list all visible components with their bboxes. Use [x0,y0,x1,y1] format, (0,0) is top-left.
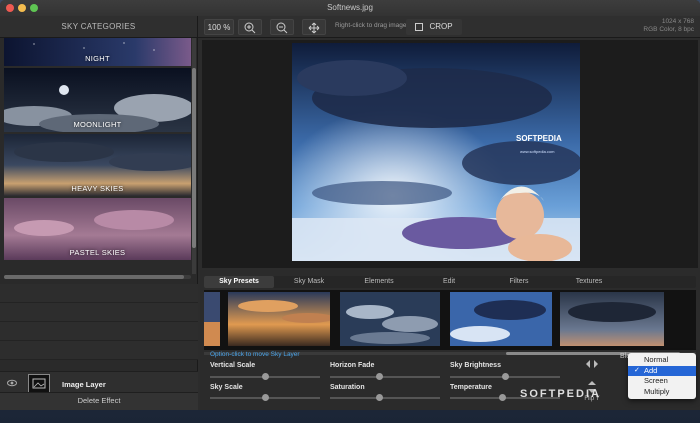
blend-option-screen[interactable]: Screen [628,376,696,387]
category-night[interactable]: NIGHT [4,38,191,66]
sky-brightness-slider[interactable] [450,373,560,380]
blend-option-multiply[interactable]: Multiply [628,387,696,398]
empty-layer-row [0,284,198,303]
app-window: Softnews.jpg SKY CATEGORIES NIGHT MOONLI… [0,0,700,410]
tab-filters[interactable]: Filters [484,276,554,288]
blend-option-add[interactable]: ✓ Add [628,365,696,376]
sky-preset-strip [204,290,696,350]
empty-layer-row [0,322,198,341]
move-sky-hint: Option-click to move Sky Layer [210,351,300,358]
edited-photo: SOFTPEDIA www.softpedia.com [292,43,580,261]
photo-composite: SOFTPEDIA www.softpedia.com [292,43,580,261]
delete-effect-button[interactable]: Delete Effect [0,392,198,410]
crop-button[interactable]: CROP [406,19,462,35]
sky-preset-thumbnail[interactable] [204,292,220,346]
empty-layer-row [0,303,198,322]
option-label: Normal [644,355,669,364]
saturation-slider[interactable] [330,394,440,401]
checkmark-icon: ✓ [634,366,640,374]
image-info: 1024 x 768 RGB Color, 8 bpc [643,18,694,34]
image-canvas[interactable]: SOFTPEDIA www.softpedia.com [202,40,698,268]
top-toolbar: 100 % Right-click to drag image CROP 102… [198,16,700,38]
slider-thumb[interactable] [376,373,383,380]
category-label: PASTEL SKIES [69,248,126,257]
layer-name: Image Layer [62,380,106,389]
sky-categories-panel: SKY CATEGORIES NIGHT MOONLIGHT HEAVY SKI… [0,16,198,410]
tab-sky-mask[interactable]: Sky Mask [274,276,344,288]
sky-scale-slider[interactable] [210,394,320,401]
layer-list [0,284,198,382]
minimize-window-button[interactable] [18,4,26,12]
photo-brand: SOFTPEDIA [516,134,562,143]
horizon-fade-label: Horizon Fade [330,362,375,369]
zoom-level[interactable]: 100 % [204,19,234,35]
scrollbar-knob[interactable] [192,68,196,248]
watermark: SOFTPEDIA [520,388,601,400]
crop-label: CROP [429,22,453,31]
flip-x-button[interactable] [582,358,602,372]
drag-hint: Right-click to drag image [335,22,407,29]
category-scrollbar[interactable] [192,38,196,274]
vertical-scale-label: Vertical Scale [210,362,256,369]
temperature-label: Temperature [450,384,492,391]
category-pastel-skies[interactable]: PASTEL SKIES [4,198,191,260]
empty-layer-row [0,341,198,360]
sky-preset-thumbnail[interactable] [450,292,552,346]
option-label: Add [644,365,658,375]
crop-icon [415,22,424,31]
tab-bar: Sky Presets Sky Mask Elements Edit Filte… [204,276,696,288]
vertical-scale-slider[interactable] [210,373,320,380]
slider-thumb[interactable] [261,373,269,380]
blend-option-normal[interactable]: Normal [628,355,696,366]
zoom-window-button[interactable] [30,4,38,12]
slider-thumb[interactable] [261,394,269,401]
zoom-in-button[interactable] [238,19,262,35]
bottom-panel: Sky Presets Sky Mask Elements Edit Filte… [200,270,700,410]
category-list: NIGHT MOONLIGHT HEAVY SKIES PASTEL SKIES [4,38,191,274]
sky-brightness-label: Sky Brightness [450,362,501,369]
sky-preset-thumbnail[interactable] [560,292,664,346]
image-size: 1024 x 768 [661,18,694,25]
category-heavy-skies[interactable]: HEAVY SKIES [4,134,191,196]
tab-textures[interactable]: Textures [554,276,624,288]
tab-sky-presets[interactable]: Sky Presets [204,276,274,288]
slider-thumb[interactable] [376,394,383,401]
category-label: MOONLIGHT [73,120,122,129]
saturation-label: Saturation [330,384,365,391]
layer-thumbnail-icon [28,374,50,393]
close-window-button[interactable] [6,4,14,12]
eye-icon[interactable] [7,379,17,387]
title-bar: Softnews.jpg [0,0,700,16]
tab-edit[interactable]: Edit [414,276,484,288]
category-label: HEAVY SKIES [71,184,124,193]
flip-horizontal-icon [586,360,598,368]
category-horizontal-scrollbar[interactable] [4,275,191,279]
zoom-in-icon [244,22,256,34]
category-moonlight[interactable]: MOONLIGHT [4,68,191,132]
zoom-out-icon [276,22,288,34]
move-arrows-icon [308,22,320,34]
option-label: Multiply [644,386,670,396]
image-color-mode: RGB Color, 8 bpc [643,26,694,33]
category-label: NIGHT [85,54,110,63]
sky-preset-thumbnail[interactable] [340,292,440,346]
slider-thumb[interactable] [499,394,507,401]
sky-categories-heading: SKY CATEGORIES [0,16,197,38]
blend-mode-dropdown[interactable]: Normal ✓ Add Screen Multiply [628,353,696,399]
sky-scale-label: Sky Scale [210,384,243,391]
window-title: Softnews.jpg [327,3,373,12]
zoom-out-button[interactable] [270,19,294,35]
photo-brand-url: www.softpedia.com [520,149,555,154]
tab-elements[interactable]: Elements [344,276,414,288]
option-label: Screen [644,376,668,385]
sky-preset-thumbnail[interactable] [228,292,330,346]
pan-button[interactable] [302,19,326,35]
slider-thumb[interactable] [501,373,509,380]
horizon-fade-slider[interactable] [330,373,440,380]
scrollbar-knob[interactable] [4,275,184,279]
